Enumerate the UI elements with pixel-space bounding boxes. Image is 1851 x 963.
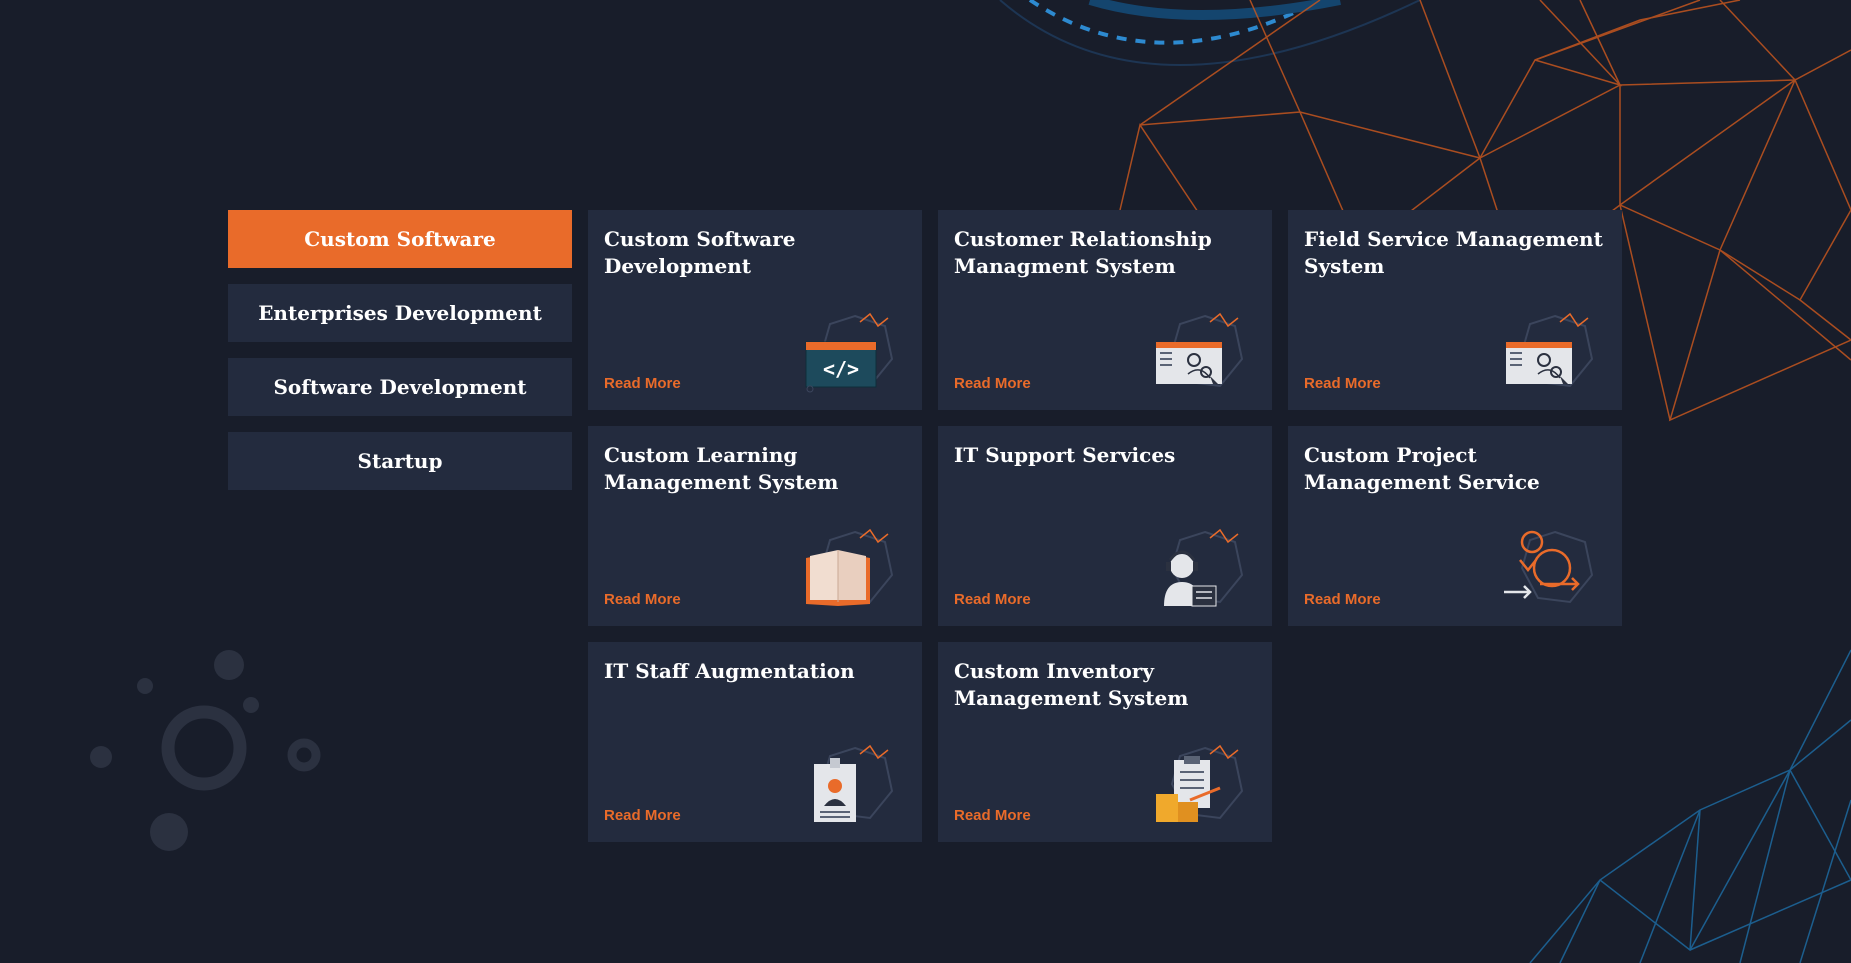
read-more-link[interactable]: Read More <box>604 807 681 824</box>
service-card[interactable]: Custom Inventory Management System Read … <box>938 642 1272 842</box>
read-more-link[interactable]: Read More <box>954 807 1031 824</box>
tab-software-development[interactable]: Software Development <box>228 358 572 416</box>
cycle-arrows-icon <box>1504 530 1594 604</box>
card-title: Custom Learning Management System <box>604 443 839 494</box>
service-card[interactable]: Custom Learning Management System Read M… <box>588 426 922 626</box>
service-card[interactable]: Field Service Management System Read Mor… <box>1288 210 1622 410</box>
service-card[interactable]: Custom Project Management Service Read M… <box>1288 426 1622 626</box>
dashed-circle-decoration <box>999 0 1421 66</box>
support-agent-icon <box>1164 528 1244 607</box>
read-more-link[interactable]: Read More <box>604 375 681 392</box>
read-more-link[interactable]: Read More <box>954 375 1031 392</box>
card-title: Custom Project Management Service <box>1304 443 1540 494</box>
service-card[interactable]: Customer Relationship Managment System R… <box>938 210 1272 410</box>
service-card[interactable]: IT Staff Augmentation Read More <box>588 642 922 842</box>
tab-custom-software[interactable]: Custom Software <box>228 210 572 268</box>
read-more-link[interactable]: Read More <box>1304 375 1381 392</box>
read-more-link[interactable]: Read More <box>1304 591 1381 608</box>
card-title: Customer Relationship Managment System <box>954 227 1212 278</box>
card-title: IT Staff Augmentation <box>604 659 855 683</box>
tab-startup[interactable]: Startup <box>228 432 572 490</box>
card-title: IT Support Services <box>954 443 1176 467</box>
code-window-icon: </> <box>805 312 894 393</box>
tab-enterprises-development[interactable]: Enterprises Development <box>228 284 572 342</box>
circles-decoration <box>90 650 321 851</box>
id-badge-icon <box>814 744 894 822</box>
card-title: Custom Software Development <box>604 227 796 278</box>
card-title: Custom Inventory Management System <box>954 659 1189 710</box>
map-pin-window-icon <box>1506 312 1594 388</box>
svg-text:</>: </> <box>823 357 859 381</box>
blue-mesh-decoration <box>1529 649 1851 963</box>
clipboard-boxes-icon <box>1156 744 1244 822</box>
service-card[interactable]: Custom Software Development Read More </… <box>588 210 922 410</box>
map-pin-window-icon <box>1156 312 1244 388</box>
read-more-link[interactable]: Read More <box>604 591 681 608</box>
service-card[interactable]: IT Support Services Read More <box>938 426 1272 626</box>
card-title: Field Service Management System <box>1304 227 1603 278</box>
category-sidebar: Custom Software Enterprises Development … <box>228 210 572 506</box>
read-more-link[interactable]: Read More <box>954 591 1031 608</box>
open-book-icon <box>806 528 894 606</box>
